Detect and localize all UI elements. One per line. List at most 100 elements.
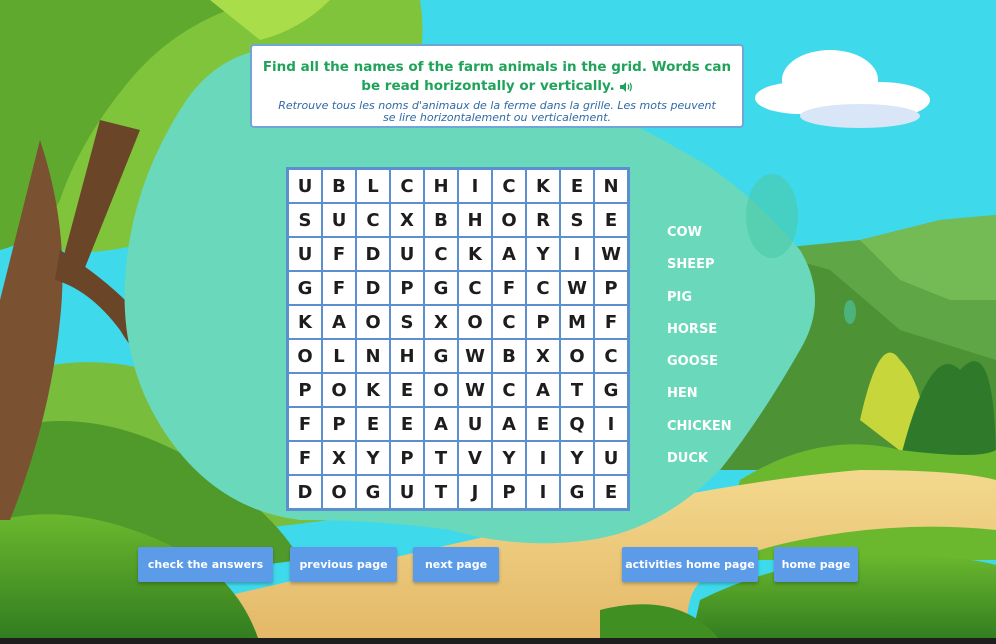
grid-cell[interactable]: H [424,169,458,203]
grid-cell[interactable]: E [390,373,424,407]
grid-cell[interactable]: O [492,203,526,237]
grid-cell[interactable]: D [356,271,390,305]
grid-cell[interactable]: F [492,271,526,305]
grid-cell[interactable]: O [356,305,390,339]
grid-cell[interactable]: C [356,203,390,237]
grid-cell[interactable]: O [288,339,322,373]
grid-cell[interactable]: C [424,237,458,271]
grid-cell[interactable]: E [594,475,628,509]
grid-cell[interactable]: U [458,407,492,441]
activities-home-page-button[interactable]: activities home page [622,547,758,582]
grid-cell[interactable]: F [322,237,356,271]
grid-cell[interactable]: B [322,169,356,203]
grid-cell[interactable]: X [526,339,560,373]
grid-cell[interactable]: H [390,339,424,373]
grid-cell[interactable]: T [424,475,458,509]
grid-cell[interactable]: U [594,441,628,475]
grid-cell[interactable]: G [594,373,628,407]
grid-cell[interactable]: M [560,305,594,339]
grid-cell[interactable]: C [526,271,560,305]
grid-cell[interactable]: G [560,475,594,509]
previous-page-button[interactable]: previous page [290,547,397,582]
grid-cell[interactable]: D [288,475,322,509]
grid-cell[interactable]: X [390,203,424,237]
grid-cell[interactable]: B [492,339,526,373]
grid-cell[interactable]: G [424,271,458,305]
grid-cell[interactable]: P [390,271,424,305]
grid-cell[interactable]: Y [356,441,390,475]
grid-cell[interactable]: G [356,475,390,509]
grid-cell[interactable]: W [458,339,492,373]
speaker-icon[interactable] [619,80,633,92]
grid-cell[interactable]: J [458,475,492,509]
grid-cell[interactable]: F [288,407,322,441]
grid-cell[interactable]: P [390,441,424,475]
grid-cell[interactable]: O [560,339,594,373]
grid-cell[interactable]: U [390,237,424,271]
grid-cell[interactable]: L [356,169,390,203]
next-page-button[interactable]: next page [413,547,499,582]
grid-cell[interactable]: X [322,441,356,475]
grid-cell[interactable]: K [356,373,390,407]
grid-cell[interactable]: S [390,305,424,339]
grid-cell[interactable]: B [424,203,458,237]
grid-cell[interactable]: T [560,373,594,407]
grid-cell[interactable]: E [594,203,628,237]
grid-cell[interactable]: A [492,237,526,271]
grid-cell[interactable]: L [322,339,356,373]
grid-cell[interactable]: C [492,305,526,339]
check-answers-button[interactable]: check the answers [138,547,273,582]
grid-cell[interactable]: E [356,407,390,441]
grid-cell[interactable]: U [390,475,424,509]
grid-cell[interactable]: U [322,203,356,237]
grid-cell[interactable]: E [560,169,594,203]
grid-cell[interactable]: E [526,407,560,441]
grid-cell[interactable]: P [288,373,322,407]
grid-cell[interactable]: S [288,203,322,237]
grid-cell[interactable]: O [458,305,492,339]
grid-cell[interactable]: I [526,441,560,475]
grid-cell[interactable]: A [322,305,356,339]
grid-cell[interactable]: U [288,169,322,203]
grid-cell[interactable]: Q [560,407,594,441]
grid-cell[interactable]: X [424,305,458,339]
grid-cell[interactable]: S [560,203,594,237]
grid-cell[interactable]: I [526,475,560,509]
grid-cell[interactable]: O [322,475,356,509]
grid-cell[interactable]: P [594,271,628,305]
grid-cell[interactable]: F [322,271,356,305]
grid-cell[interactable]: T [424,441,458,475]
grid-cell[interactable]: G [424,339,458,373]
grid-cell[interactable]: F [594,305,628,339]
grid-cell[interactable]: P [492,475,526,509]
grid-cell[interactable]: C [492,373,526,407]
grid-cell[interactable]: Y [526,237,560,271]
grid-cell[interactable]: C [492,169,526,203]
grid-cell[interactable]: P [322,407,356,441]
grid-cell[interactable]: W [560,271,594,305]
grid-cell[interactable]: F [288,441,322,475]
grid-cell[interactable]: I [560,237,594,271]
grid-cell[interactable]: E [390,407,424,441]
grid-cell[interactable]: O [424,373,458,407]
grid-cell[interactable]: Y [492,441,526,475]
grid-cell[interactable]: H [458,203,492,237]
grid-cell[interactable]: W [594,237,628,271]
grid-cell[interactable]: C [390,169,424,203]
grid-cell[interactable]: Y [560,441,594,475]
grid-cell[interactable]: U [288,237,322,271]
grid-cell[interactable]: C [594,339,628,373]
grid-cell[interactable]: G [288,271,322,305]
grid-cell[interactable]: R [526,203,560,237]
grid-cell[interactable]: A [526,373,560,407]
grid-cell[interactable]: A [424,407,458,441]
grid-cell[interactable]: I [458,169,492,203]
grid-cell[interactable]: K [526,169,560,203]
grid-cell[interactable]: O [322,373,356,407]
grid-cell[interactable]: N [356,339,390,373]
grid-cell[interactable]: C [458,271,492,305]
grid-cell[interactable]: N [594,169,628,203]
grid-cell[interactable]: V [458,441,492,475]
grid-cell[interactable]: I [594,407,628,441]
grid-cell[interactable]: A [492,407,526,441]
